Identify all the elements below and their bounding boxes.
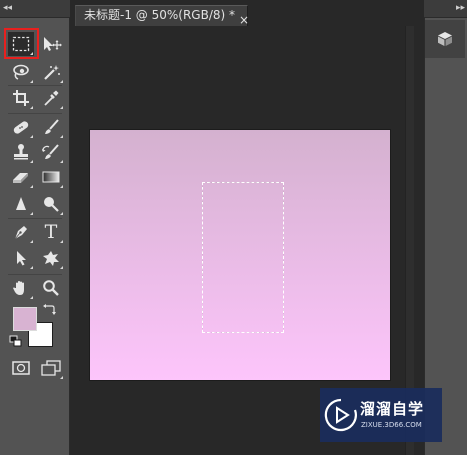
pen-icon [14, 226, 27, 240]
default-colors-icon [9, 335, 22, 347]
document-tab[interactable]: 未标题-1 @ 50%(RGB/8) * × [75, 5, 249, 27]
history-brush-icon [42, 144, 59, 159]
right-panel-dock: ▸▸ [414, 0, 467, 455]
custom-shape-tool[interactable] [38, 246, 64, 270]
gradient-tool[interactable] [38, 165, 64, 189]
eraser-tool[interactable] [8, 165, 34, 189]
hand-tool[interactable] [8, 276, 34, 300]
document-tab-title: 未标题-1 @ 50%(RGB/8) * [84, 8, 235, 22]
eyedropper-icon [44, 90, 59, 106]
lasso-icon [13, 64, 29, 80]
watermark-url: ZIXUE.3D66.COM [361, 421, 422, 429]
foreground-color-swatch[interactable] [13, 307, 37, 331]
watermark-title: 溜溜自学 [360, 400, 425, 418]
dodge-tool[interactable] [38, 192, 64, 216]
3d-panel-button[interactable] [425, 20, 465, 58]
stamp-icon [14, 144, 28, 160]
screen-mode-button[interactable] [38, 356, 64, 380]
move-icon [44, 37, 62, 51]
default-colors-button[interactable] [8, 334, 24, 348]
magnifier-icon [43, 280, 59, 296]
document-tab-bar: 未标题-1 @ 50%(RGB/8) * × [70, 0, 414, 27]
collapse-panel-icon[interactable]: ◂◂ [3, 2, 17, 14]
eyedropper-tool[interactable] [38, 86, 64, 110]
magic-wand-icon [44, 65, 60, 80]
marquee-selection[interactable] [202, 182, 284, 333]
active-tool-highlight [4, 28, 39, 59]
move-tool[interactable] [38, 32, 64, 56]
zoom-tool[interactable] [38, 276, 64, 300]
spot-healing-brush-tool[interactable] [8, 115, 34, 139]
cube-icon [438, 32, 452, 46]
hand-icon [13, 281, 24, 295]
brush-icon [45, 119, 59, 134]
clone-stamp-tool[interactable] [8, 140, 34, 164]
swap-arrows-icon [43, 304, 56, 315]
type-icon: T [44, 221, 58, 243]
arrow-pointer-icon [17, 251, 26, 266]
screen-mode-icon [41, 360, 61, 376]
bandage-icon [13, 121, 29, 134]
history-brush-tool[interactable] [38, 140, 64, 164]
pen-tool[interactable] [8, 220, 34, 244]
type-tool[interactable]: T [38, 220, 64, 244]
custom-shape-icon [43, 251, 59, 266]
lasso-tool[interactable] [8, 60, 34, 84]
blur-tool[interactable] [8, 192, 34, 216]
brush-tool[interactable] [38, 115, 64, 139]
dodge-icon [44, 197, 59, 212]
eraser-icon [13, 173, 28, 183]
tools-panel: ◂◂ T [0, 0, 70, 455]
watermark-logo: 溜溜自学 ZIXUE.3D66.COM [320, 388, 442, 442]
crop-tool[interactable] [8, 86, 34, 110]
path-selection-tool[interactable] [8, 246, 34, 270]
magic-wand-tool[interactable] [38, 60, 64, 84]
play-logo-icon [324, 398, 357, 432]
right-panel-header: ▸▸ [424, 0, 467, 18]
swap-colors-button[interactable] [40, 300, 58, 318]
blur-drop-icon [16, 197, 26, 210]
expand-panels-icon[interactable]: ▸▸ [456, 2, 467, 14]
crop-icon [13, 90, 29, 106]
quick-mask-icon [12, 361, 30, 375]
tools-panel-header: ◂◂ [0, 0, 70, 18]
quick-mask-button[interactable] [8, 356, 34, 380]
gradient-icon [42, 171, 60, 183]
